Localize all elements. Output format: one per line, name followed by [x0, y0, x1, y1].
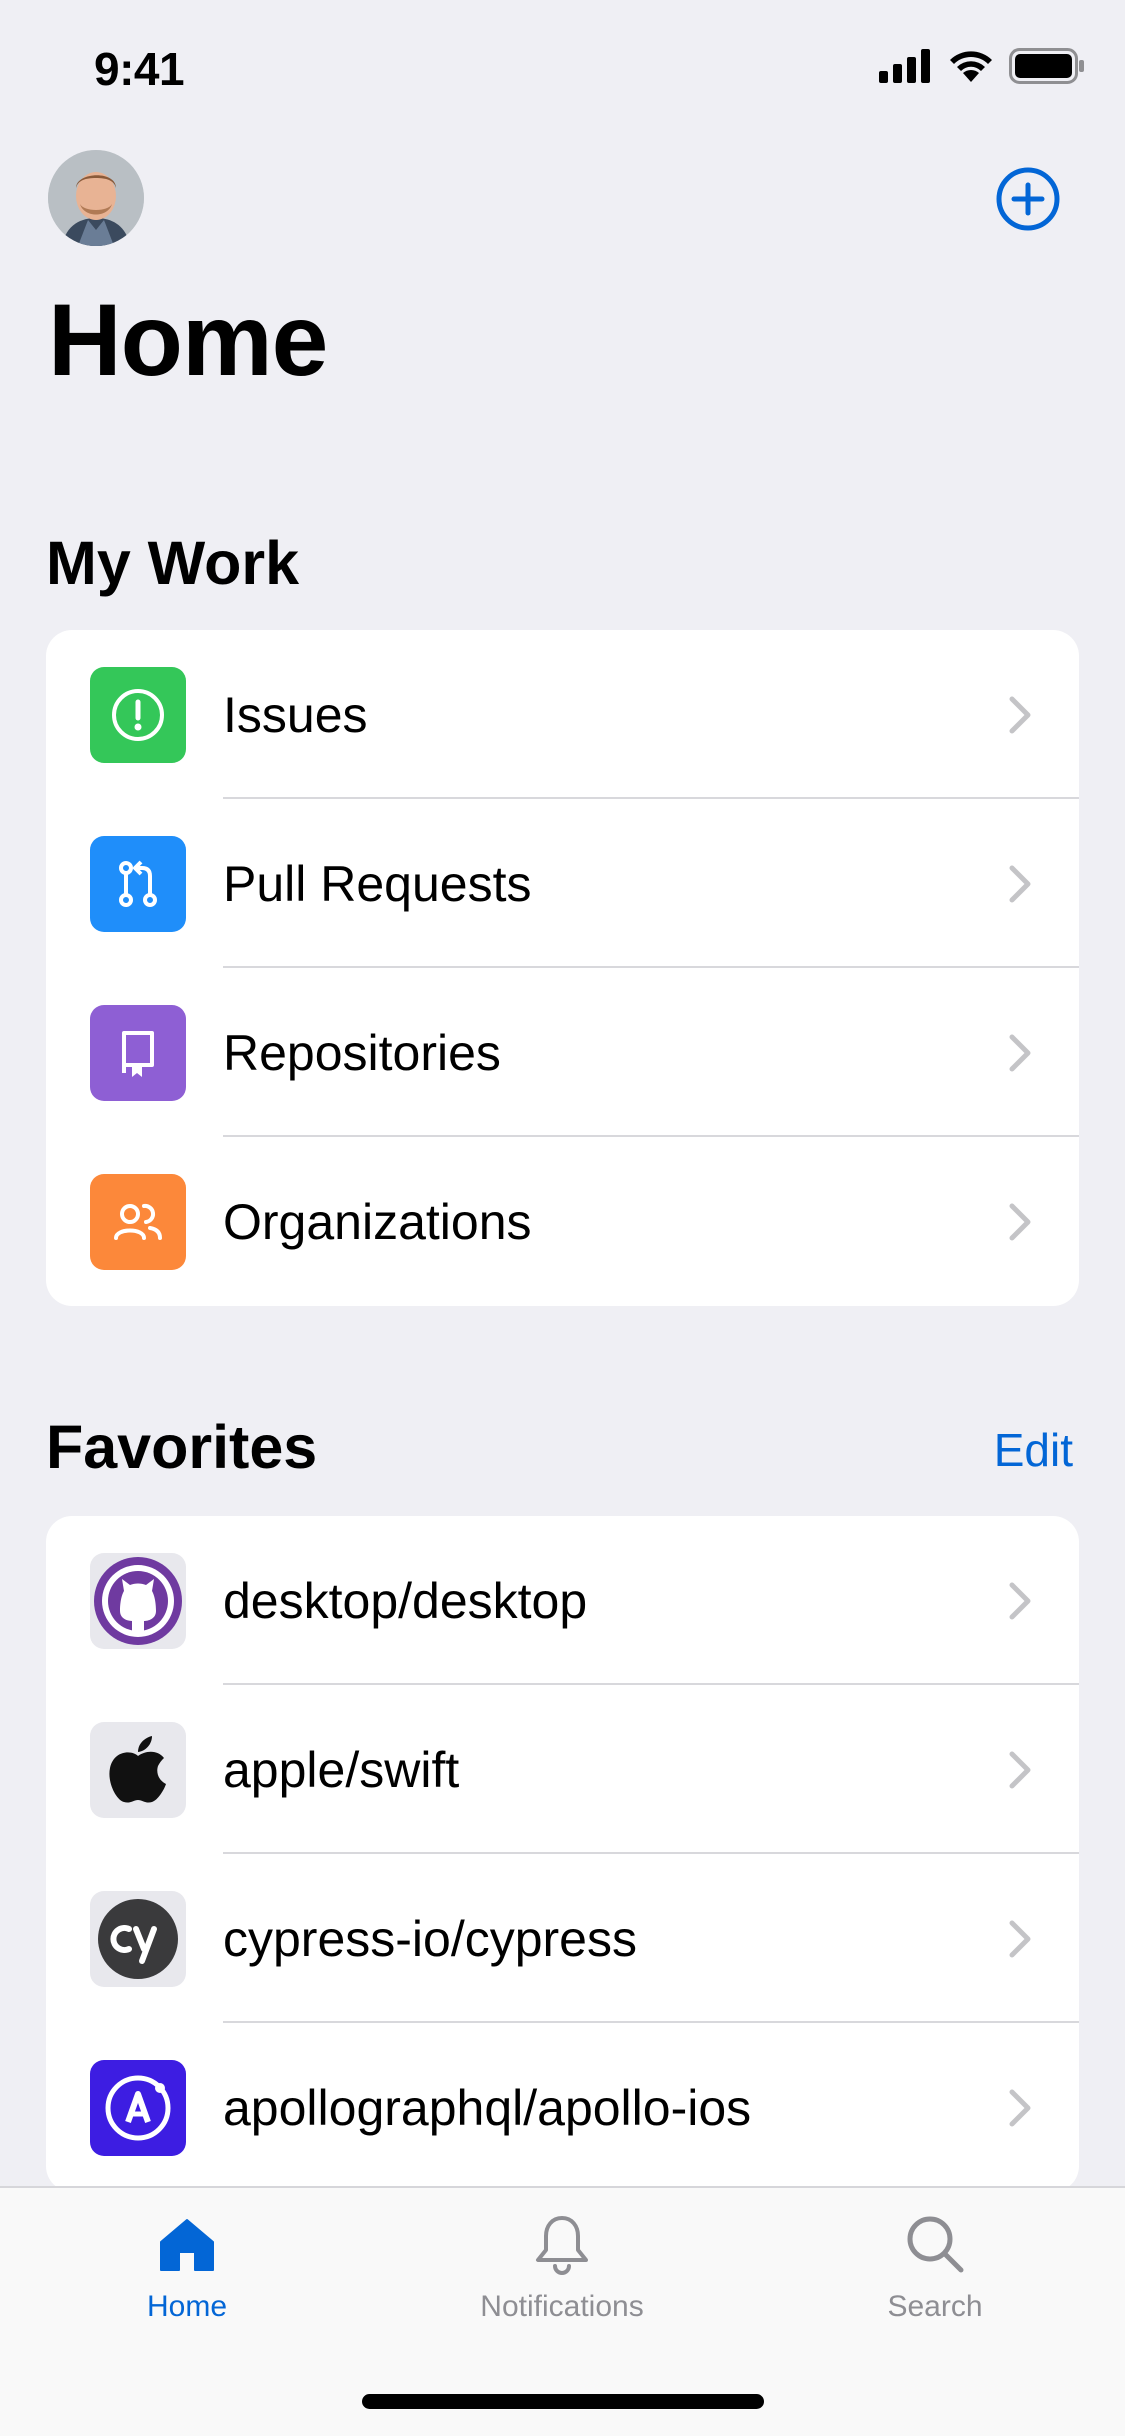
- repo-icon: [90, 1005, 186, 1101]
- status-icons: [879, 48, 1085, 84]
- tab-home[interactable]: Home: [67, 2212, 307, 2324]
- tab-notifications[interactable]: Notifications: [442, 2212, 682, 2324]
- cypress-logo: [90, 1891, 186, 1987]
- favorite-item[interactable]: desktop/desktop: [46, 1516, 1079, 1685]
- favorite-item[interactable]: apple/swift: [46, 1685, 1079, 1854]
- row-label: apple/swift: [223, 1741, 460, 1798]
- chevron-right-icon: [1009, 1582, 1031, 1620]
- tab-label: Notifications: [480, 2290, 644, 2323]
- battery-icon: [1009, 48, 1084, 84]
- tab-label: Home: [146, 2290, 228, 2323]
- plus-circle-icon: [996, 167, 1060, 231]
- my-work-title: My Work: [46, 529, 300, 597]
- row-label: Repositories: [223, 1024, 501, 1081]
- my-work-item-issues[interactable]: Issues: [46, 630, 1079, 799]
- row-label: Organizations: [223, 1193, 532, 1250]
- row-label: Issues: [223, 686, 368, 743]
- home-icon: [160, 2219, 214, 2271]
- chevron-right-icon: [1009, 1034, 1031, 1072]
- page-title: Home: [48, 283, 328, 397]
- tab-label: Search: [887, 2290, 983, 2323]
- chevron-right-icon: [1009, 1751, 1031, 1789]
- git-pull-request-icon: [90, 836, 186, 932]
- chevron-right-icon: [1009, 1203, 1031, 1241]
- chevron-right-icon: [1009, 2089, 1031, 2127]
- bell-icon: [536, 2216, 588, 2275]
- status-bar: 9:41: [0, 0, 1125, 132]
- my-work-list: Issues Pull Requests Repositories Organi…: [46, 630, 1079, 1306]
- row-label: Pull Requests: [223, 855, 532, 912]
- wifi-icon: [950, 51, 992, 82]
- home-indicator[interactable]: [362, 2394, 764, 2409]
- favorites-title: Favorites: [46, 1413, 318, 1481]
- cellular-signal-icon: [879, 49, 930, 83]
- chevron-right-icon: [1009, 1920, 1031, 1958]
- status-time: 9:41: [94, 43, 185, 95]
- github-desktop-logo: [90, 1553, 186, 1649]
- apple-logo: [90, 1722, 186, 1818]
- avatar[interactable]: [48, 150, 144, 246]
- chevron-right-icon: [1009, 696, 1031, 734]
- user-avatar-image: [48, 150, 144, 246]
- search-icon: [907, 2216, 964, 2273]
- favorite-item[interactable]: apollographql/apollo-ios: [46, 2023, 1079, 2192]
- row-label: apollographql/apollo-ios: [223, 2079, 752, 2136]
- tab-search[interactable]: Search: [815, 2212, 1055, 2324]
- my-work-item-organizations[interactable]: Organizations: [46, 1137, 1079, 1306]
- favorite-item[interactable]: cypress-io/cypress: [46, 1854, 1079, 2023]
- apollo-logo: [90, 2060, 186, 2156]
- favorites-list: desktop/desktop apple/swift cypress-io/c…: [46, 1516, 1079, 2192]
- issue-opened-icon: [90, 667, 186, 763]
- edit-button[interactable]: Edit: [994, 1423, 1073, 1477]
- my-work-item-repositories[interactable]: Repositories: [46, 968, 1079, 1137]
- row-label: cypress-io/cypress: [223, 1910, 637, 1967]
- add-button[interactable]: [994, 165, 1062, 233]
- organization-icon: [90, 1174, 186, 1270]
- chevron-right-icon: [1009, 865, 1031, 903]
- row-label: desktop/desktop: [223, 1572, 588, 1629]
- my-work-item-pull-requests[interactable]: Pull Requests: [46, 799, 1079, 968]
